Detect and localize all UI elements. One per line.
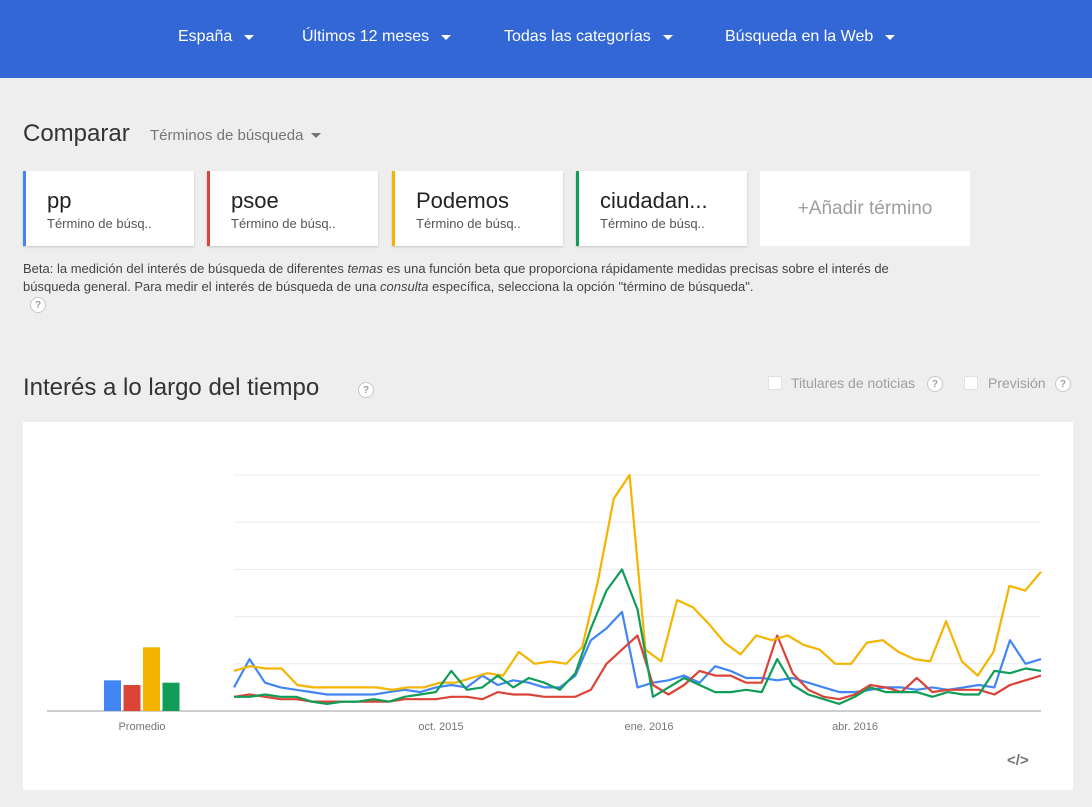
category-dropdown[interactable]: Todas las categorías (504, 28, 673, 46)
search-type-label: Búsqueda en la Web (725, 28, 874, 45)
category-label: Todas las categorías (504, 28, 651, 45)
average-bar (162, 682, 180, 711)
interest-chart-svg: Promedio oct. 2015 ene. 2016 abr. 2016 (47, 473, 1042, 733)
beta-note-text: Beta: la medición del interés de búsqued… (23, 261, 348, 276)
interest-over-time-title: Interés a lo largo del tiempo (23, 374, 320, 401)
term-card-pp[interactable]: pp Término de búsq.. (23, 171, 194, 246)
help-icon[interactable]: ? (358, 382, 374, 398)
compare-mode-dropdown[interactable]: Términos de búsqueda (150, 127, 322, 144)
average-bar (143, 647, 160, 711)
term-type: Término de búsq.. (416, 216, 521, 231)
x-tick-label: ene. 2016 (625, 721, 674, 733)
chevron-down-icon (885, 34, 896, 40)
beta-note: Beta: la medición del interés de búsqued… (23, 260, 903, 296)
forecast-checkbox[interactable] (964, 376, 978, 390)
chevron-down-icon (441, 34, 452, 40)
term-color-bar (23, 171, 26, 246)
beta-note-emphasis: consulta (380, 279, 429, 294)
term-type: Término de búsq.. (600, 216, 705, 231)
chevron-down-icon (662, 34, 673, 40)
news-headlines-checkbox[interactable] (768, 376, 782, 390)
x-tick-label: abr. 2016 (832, 721, 878, 733)
top-filter-bar: España Últimos 12 meses Todas las catego… (0, 0, 1092, 78)
term-type: Término de búsq.. (47, 216, 152, 231)
term-name: ciudadan... (600, 188, 708, 213)
compare-mode-label: Términos de búsqueda (150, 127, 304, 144)
period-dropdown[interactable]: Últimos 12 meses (302, 28, 452, 46)
search-type-dropdown[interactable]: Búsqueda en la Web (725, 28, 896, 46)
add-term-button[interactable]: +Añadir término (760, 171, 970, 246)
region-label: España (178, 28, 233, 45)
term-name: Podemos (416, 188, 509, 213)
term-name: psoe (231, 188, 279, 213)
average-bar (123, 685, 141, 711)
help-icon[interactable]: ? (30, 297, 46, 313)
news-headlines-label: Titulares de noticias (791, 375, 915, 391)
forecast-label: Previsión (988, 375, 1046, 391)
term-card-podemos[interactable]: Podemos Término de búsq.. (392, 171, 563, 246)
series-line (233, 634, 1042, 703)
term-color-bar (576, 171, 579, 246)
term-card-ciudadanos[interactable]: ciudadan... Término de búsq.. (576, 171, 747, 246)
beta-note-text: específica, selecciona la opción "términ… (428, 279, 754, 294)
help-icon[interactable]: ? (1055, 376, 1071, 392)
interest-chart: Promedio oct. 2015 ene. 2016 abr. 2016 </> (23, 422, 1073, 790)
help-icon[interactable]: ? (927, 376, 943, 392)
embed-code-icon[interactable]: </> (1007, 752, 1029, 769)
term-color-bar (392, 171, 395, 246)
period-label: Últimos 12 meses (302, 28, 430, 45)
term-name: pp (47, 188, 72, 213)
compare-title: Comparar (23, 120, 130, 147)
term-card-psoe[interactable]: psoe Término de búsq.. (207, 171, 378, 246)
series-line (233, 473, 1042, 691)
term-color-bar (207, 171, 210, 246)
region-dropdown[interactable]: España (178, 28, 255, 46)
average-label: Promedio (118, 721, 165, 733)
term-type: Término de búsq.. (231, 216, 336, 231)
chevron-down-icon (244, 34, 255, 40)
beta-note-emphasis: temas (347, 261, 383, 276)
average-bar (104, 680, 121, 711)
x-tick-label: oct. 2015 (418, 721, 463, 733)
chevron-down-icon (311, 133, 322, 138)
